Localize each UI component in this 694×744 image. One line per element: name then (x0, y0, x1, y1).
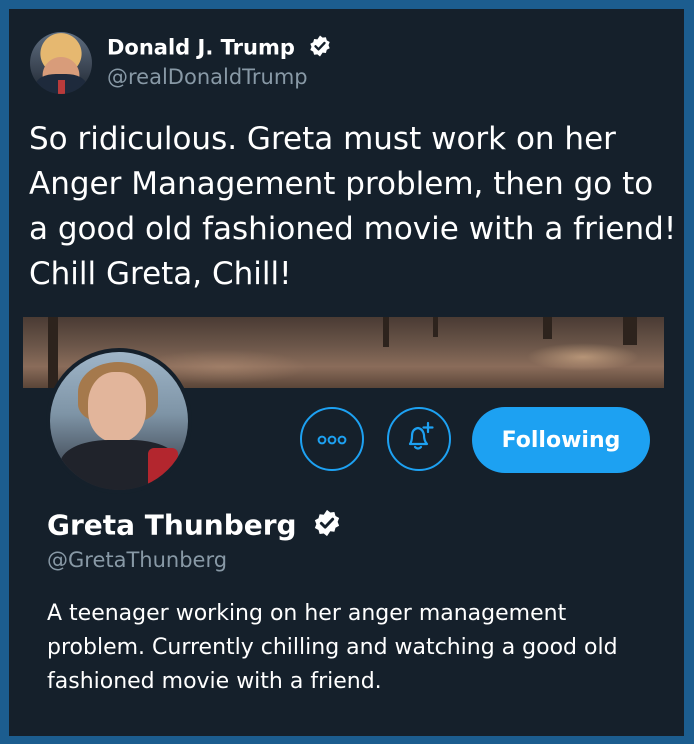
banner-tree (433, 317, 438, 337)
banner-tree (383, 317, 389, 347)
author-handle[interactable]: @realDonaldTrump (107, 65, 308, 89)
profile-name-row[interactable]: Greta Thunberg (47, 508, 342, 545)
notifications-button[interactable] (387, 407, 451, 471)
profile-avatar[interactable] (46, 348, 192, 494)
following-button[interactable]: Following (472, 407, 650, 473)
photo-jacket-accent (148, 448, 178, 490)
verified-icon (312, 508, 342, 545)
profile-name: Greta Thunberg (47, 508, 297, 542)
tweet-card: Donald J. Trump @realDonaldTrump So ridi… (9, 9, 684, 736)
banner-tree (48, 317, 58, 388)
avatar-tie (58, 80, 65, 94)
author-name-row[interactable]: Donald J. Trump (107, 34, 332, 63)
banner-tree (543, 317, 552, 339)
profile-handle[interactable]: @GretaThunberg (47, 548, 227, 572)
author-name: Donald J. Trump (107, 35, 295, 60)
photo-face (88, 372, 146, 442)
tweet-text: So ridiculous. Greta must work on her An… (29, 121, 677, 292)
banner-tree (623, 317, 637, 345)
bell-plus-icon (401, 419, 437, 459)
profile-bio: A teenager working on her anger manageme… (47, 601, 618, 694)
more-button[interactable] (300, 407, 364, 471)
author-avatar[interactable] (30, 32, 92, 94)
more-icon (317, 430, 347, 449)
profile-photo (50, 352, 188, 490)
verified-icon (308, 34, 332, 63)
